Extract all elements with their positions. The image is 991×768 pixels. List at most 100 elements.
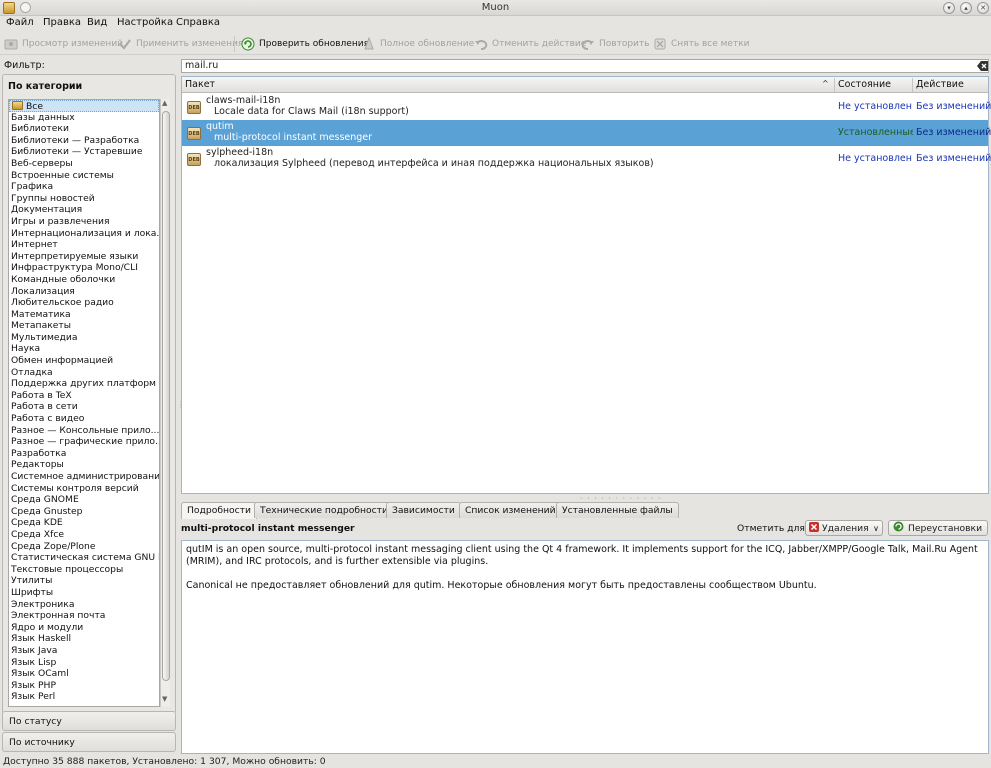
table-row[interactable]: DEB qutim multi-protocol instant messenger…	[182, 120, 991, 146]
category-item[interactable]: Наука	[9, 343, 159, 355]
tab-technical-details[interactable]: Технические подробности	[254, 502, 395, 518]
category-item[interactable]: Системное администрирование	[9, 471, 159, 483]
category-item[interactable]: Игры и развлечения	[9, 216, 159, 228]
category-item[interactable]: Утилиты	[9, 575, 159, 587]
apply-changes-button[interactable]: Применить изменения	[118, 36, 243, 52]
category-item[interactable]: Интернационализация и лока...	[9, 228, 159, 240]
category-item[interactable]: Встроенные системы	[9, 170, 159, 182]
category-item[interactable]: Библиотеки	[9, 123, 159, 135]
chevron-down-icon: ∨	[873, 523, 879, 533]
category-item[interactable]: Локализация	[9, 286, 159, 298]
category-item[interactable]: Среда GNOME	[9, 494, 159, 506]
category-item[interactable]: Среда Zope/Plone	[9, 541, 159, 553]
tab-dependencies[interactable]: Зависимости	[386, 502, 461, 518]
maximize-icon[interactable]: ▴	[960, 2, 972, 14]
category-item[interactable]: Среда KDE	[9, 517, 159, 529]
category-item[interactable]: Разное — Консольные прило...	[9, 425, 159, 437]
category-item[interactable]: Инфраструктура Mono/CLI	[9, 262, 159, 274]
tab-details[interactable]: Подробности	[181, 502, 258, 519]
tab-changelog[interactable]: Список изменений	[459, 502, 562, 518]
category-item[interactable]: Отладка	[9, 367, 159, 379]
category-item[interactable]: Работа в TeX	[9, 390, 159, 402]
category-item[interactable]: Мультимедиа	[9, 332, 159, 344]
filter-by-source[interactable]: По источнику	[2, 732, 176, 752]
mark-removal-dropdown[interactable]: Удаления ∨	[805, 520, 883, 536]
category-item[interactable]: Работа с видео	[9, 413, 159, 425]
column-package[interactable]: Пакет	[185, 79, 215, 90]
category-item[interactable]: Все	[9, 100, 159, 112]
category-item[interactable]: Метапакеты	[9, 320, 159, 332]
table-row[interactable]: DEB claws-mail-i18n Locale data for Claws …	[182, 94, 991, 120]
check-updates-button[interactable]: Проверить обновления	[241, 36, 369, 52]
scroll-up-icon[interactable]: ▲	[162, 99, 167, 107]
category-item[interactable]: Ядро и модули	[9, 622, 159, 634]
reinstall-button[interactable]: Переустановки	[888, 520, 988, 536]
category-item[interactable]: Интерпретируемые языки	[9, 251, 159, 263]
unmark-all-button[interactable]: Снять все метки	[653, 36, 750, 52]
sort-ascending-icon[interactable]: ^	[822, 79, 829, 88]
column-status[interactable]: Состояние	[838, 79, 891, 90]
scroll-down-icon[interactable]: ▼	[162, 695, 167, 703]
category-item[interactable]: Текстовые процессоры	[9, 564, 159, 576]
category-item[interactable]: Библиотеки — Устаревшие	[9, 146, 159, 158]
category-item[interactable]: Графика	[9, 181, 159, 193]
category-item[interactable]: Разное — графические прило...	[9, 436, 159, 448]
category-item[interactable]: Базы данных	[9, 112, 159, 124]
menu-view[interactable]: Вид	[87, 17, 107, 28]
package-table: Пакет ^ Состояние Действие DEB claws-mail…	[181, 76, 991, 494]
full-upgrade-button[interactable]: Полное обновление	[362, 36, 474, 52]
category-item[interactable]: Электронная почта	[9, 610, 159, 622]
menu-help[interactable]: Справка	[176, 17, 220, 28]
tab-installed-files[interactable]: Установленные файлы	[556, 502, 679, 518]
category-item[interactable]: Язык PHP	[9, 680, 159, 692]
category-item[interactable]: Шрифты	[9, 587, 159, 599]
scrollbar-thumb[interactable]	[162, 111, 170, 681]
minimize-icon[interactable]: ▾	[943, 2, 955, 14]
menu-file[interactable]: Файл	[6, 17, 34, 28]
close-icon[interactable]: ✕	[977, 2, 989, 14]
category-item[interactable]: Интернет	[9, 239, 159, 251]
package-action[interactable]: Без изменений	[916, 153, 991, 164]
category-panel-title[interactable]: По категории	[8, 81, 82, 92]
category-item[interactable]: Среда Gnustep	[9, 506, 159, 518]
category-item[interactable]: Командные оболочки	[9, 274, 159, 286]
category-item[interactable]: Язык Java	[9, 645, 159, 657]
category-scrollbar[interactable]: ▲ ▼	[160, 99, 170, 707]
package-description: локализация Sylpheed (перевод интерфейса…	[214, 158, 654, 169]
toolbar-separator	[234, 36, 235, 52]
category-item[interactable]: Документация	[9, 204, 159, 216]
category-item[interactable]: Разработка	[9, 448, 159, 460]
category-item[interactable]: Работа в сети	[9, 401, 159, 413]
category-item[interactable]: Любительское радио	[9, 297, 159, 309]
category-item[interactable]: Язык OCaml	[9, 668, 159, 680]
category-item[interactable]: Язык Lisp	[9, 657, 159, 669]
category-item[interactable]: Язык Haskell	[9, 633, 159, 645]
category-item[interactable]: Статистическая система GNU R	[9, 552, 159, 564]
column-action[interactable]: Действие	[916, 79, 964, 90]
table-row[interactable]: DEB sylpheed-i18n локализация Sylpheed (пе…	[182, 146, 991, 172]
category-list[interactable]: Все Базы данных Библиотеки Библиотеки — Раз…	[8, 99, 160, 707]
category-item[interactable]: Веб-серверы	[9, 158, 159, 170]
redo-button[interactable]: Повторить	[581, 36, 649, 52]
category-item[interactable]: Среда Xfce	[9, 529, 159, 541]
package-icon: DEB	[187, 127, 201, 140]
package-action[interactable]: Без изменений	[916, 127, 991, 138]
review-changes-button[interactable]: Просмотр изменений	[4, 36, 123, 52]
menu-edit[interactable]: Правка	[43, 17, 81, 28]
menu-settings[interactable]: Настройка	[117, 17, 173, 28]
category-item[interactable]: Математика	[9, 309, 159, 321]
category-item[interactable]: Редакторы	[9, 459, 159, 471]
undo-button[interactable]: Отменить действие	[474, 36, 586, 52]
category-item[interactable]: Обмен информацией	[9, 355, 159, 367]
search-input[interactable]: mail.ru	[181, 59, 989, 73]
category-item[interactable]: Библиотеки — Разработка	[9, 135, 159, 147]
category-item[interactable]: Электроника	[9, 599, 159, 611]
category-item[interactable]: Группы новостей	[9, 193, 159, 205]
package-action[interactable]: Без изменений	[916, 101, 991, 112]
category-item[interactable]: Язык Perl	[9, 691, 159, 703]
clear-search-icon[interactable]	[977, 60, 989, 72]
category-item[interactable]: Поддержка других платформ	[9, 378, 159, 390]
category-item[interactable]: Системы контроля версий	[9, 483, 159, 495]
filter-by-status[interactable]: По статусу	[2, 711, 176, 731]
status-bar: Доступно 35 888 пакетов, Установлено: 1 …	[3, 756, 326, 767]
